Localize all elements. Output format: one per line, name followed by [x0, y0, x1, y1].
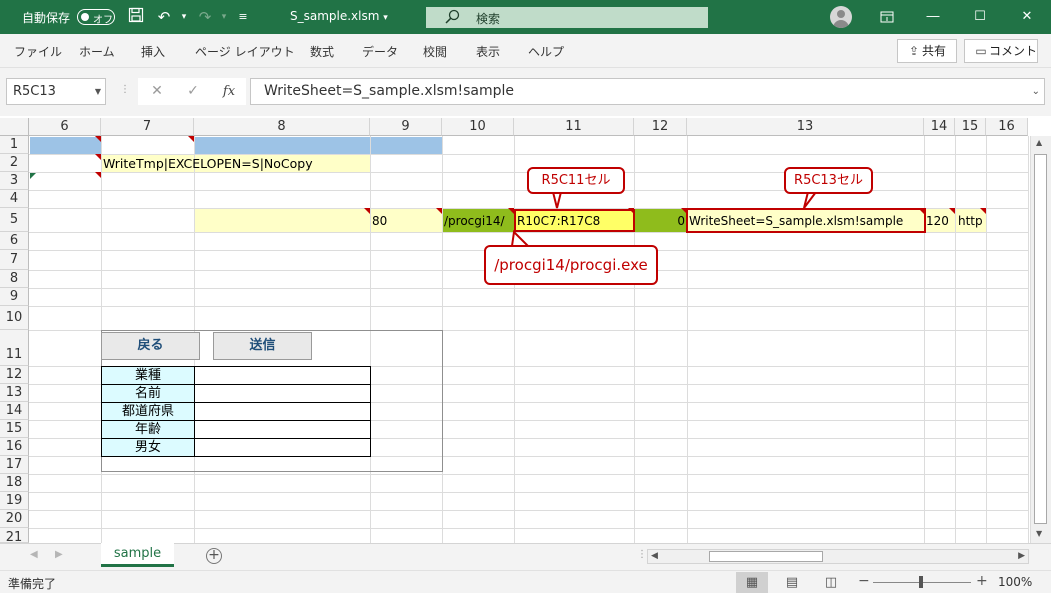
- expand-formula-icon[interactable]: ⌄: [1032, 79, 1040, 104]
- maximize-icon[interactable]: ☐: [957, 0, 1003, 34]
- horizontal-scroll-thumb[interactable]: [709, 551, 823, 562]
- sheet-tab-bar: ◀ ▶ sample + ⋮ ◀ ▶: [0, 543, 1051, 570]
- tab-review[interactable]: 校閲: [423, 43, 447, 60]
- ribbon-tab-bar: ファイル ホーム 挿入 ページ レイアウト 数式 データ 校閲 表示 ヘルプ ⇪…: [0, 34, 1051, 68]
- back-button[interactable]: 戻る: [101, 332, 200, 360]
- add-sheet-icon[interactable]: +: [206, 548, 222, 564]
- scroll-left-icon[interactable]: ◀: [651, 550, 658, 563]
- tab-insert[interactable]: 挿入: [141, 43, 165, 60]
- customize-icon[interactable]: ≡: [233, 7, 253, 27]
- title-bar: 自動保存 オフ ↶ ▾ ↷ ▾ ≡ S_sample.xlsm ▾ 検索 ― ☐…: [0, 0, 1051, 34]
- file-title-arrow: ▾: [383, 13, 388, 23]
- share-button[interactable]: ⇪ 共有: [897, 39, 957, 63]
- autosave-toggle[interactable]: オフ: [77, 9, 115, 26]
- tab-data[interactable]: データ: [362, 43, 398, 60]
- search-box[interactable]: 検索: [426, 7, 708, 28]
- zoom-level[interactable]: 100%: [998, 575, 1032, 589]
- splitter-icon[interactable]: ⋮: [120, 84, 130, 95]
- autosave-label: 自動保存: [22, 11, 71, 25]
- scroll-up-icon[interactable]: ▲: [1036, 138, 1042, 147]
- tab-help[interactable]: ヘルプ: [528, 43, 564, 60]
- ribbon-display-icon[interactable]: [864, 0, 910, 34]
- zoom-in-icon[interactable]: +: [976, 573, 988, 589]
- zoom-out-icon[interactable]: −: [858, 573, 870, 589]
- page-break-icon[interactable]: ◫: [815, 572, 847, 593]
- comment-button[interactable]: ▭ コメント: [964, 39, 1038, 63]
- name-box[interactable]: R5C13 ▼: [6, 78, 106, 105]
- prev-sheet-icon[interactable]: ◀: [30, 549, 38, 560]
- vertical-scroll-thumb[interactable]: [1034, 154, 1047, 524]
- input-age[interactable]: [195, 421, 370, 438]
- input-name[interactable]: [195, 385, 370, 402]
- redo-dropdown-icon: ▾: [221, 12, 227, 22]
- undo-dropdown-icon[interactable]: ▾: [174, 7, 194, 27]
- close-icon[interactable]: ✕: [1004, 0, 1050, 34]
- horizontal-scrollbar[interactable]: ◀ ▶: [647, 549, 1029, 564]
- zoom-thumb[interactable]: [919, 576, 923, 588]
- tab-formulas[interactable]: 数式: [310, 43, 334, 60]
- callout-procgi: /procgi14/procgi.exe: [484, 245, 658, 285]
- function-icon[interactable]: fx: [216, 78, 242, 105]
- formula-value: WriteSheet=S_sample.xlsm!sample: [264, 83, 515, 99]
- tab-splitter-icon[interactable]: ⋮: [637, 549, 647, 560]
- chevron-down-icon[interactable]: ▼: [95, 79, 101, 104]
- file-title-text: S_sample.xlsm: [290, 9, 380, 23]
- formula-bar: R5C13 ▼ ⋮ ✕ ✓ fx WriteSheet=S_sample.xls…: [0, 68, 1051, 116]
- callout-r5c11: R5C11セル: [527, 167, 625, 194]
- tab-home[interactable]: ホーム: [79, 43, 115, 60]
- comment-label: コメント: [989, 44, 1038, 58]
- cancel-icon[interactable]: ✕: [144, 78, 170, 105]
- page-layout-icon[interactable]: ▤: [776, 572, 808, 593]
- scroll-down-icon[interactable]: ▼: [1036, 529, 1042, 538]
- tab-view[interactable]: 表示: [476, 43, 500, 60]
- minimize-icon[interactable]: ―: [910, 0, 956, 34]
- search-icon: [445, 9, 460, 24]
- share-label: 共有: [922, 44, 947, 58]
- formula-input[interactable]: WriteSheet=S_sample.xlsm!sample ⌄: [250, 78, 1045, 105]
- redo-icon: ↷: [198, 8, 212, 26]
- send-button[interactable]: 送信: [213, 332, 312, 360]
- input-gender[interactable]: [195, 439, 370, 456]
- tab-page-layout[interactable]: ページ レイアウト: [195, 43, 295, 60]
- scroll-right-icon[interactable]: ▶: [1018, 550, 1025, 563]
- comment-icon: ▭: [975, 44, 987, 58]
- undo-icon[interactable]: ↶: [154, 7, 174, 27]
- save-icon[interactable]: [126, 7, 146, 27]
- normal-view-icon[interactable]: ▦: [736, 572, 768, 593]
- search-placeholder: 検索: [476, 12, 501, 26]
- input-industry[interactable]: [195, 367, 370, 384]
- autosave-state: オフ: [93, 15, 113, 26]
- tab-file[interactable]: ファイル: [14, 43, 62, 60]
- account-icon[interactable]: [830, 6, 852, 28]
- status-bar: 準備完了 ▦ ▤ ◫ − + 100%: [0, 570, 1051, 593]
- formula-buttons: ✕ ✓ fx: [138, 78, 246, 105]
- worksheet-grid[interactable]: 6 7 8 9 10 11 12 13 14 15 16 1 2 3 4 5 6…: [0, 116, 1051, 543]
- sheet-tab-sample[interactable]: sample: [101, 543, 174, 567]
- enter-icon[interactable]: ✓: [180, 78, 206, 105]
- input-prefecture[interactable]: [195, 403, 370, 420]
- callout-r5c13: R5C13セル: [784, 167, 873, 194]
- toggle-knob: [81, 13, 89, 21]
- share-icon: ⇪: [908, 44, 920, 58]
- name-box-value: R5C13: [13, 84, 56, 99]
- next-sheet-icon[interactable]: ▶: [55, 549, 63, 560]
- status-text: 準備完了: [8, 577, 57, 591]
- vertical-scrollbar[interactable]: ▲ ▼: [1030, 136, 1051, 543]
- file-title[interactable]: S_sample.xlsm ▾: [290, 9, 388, 23]
